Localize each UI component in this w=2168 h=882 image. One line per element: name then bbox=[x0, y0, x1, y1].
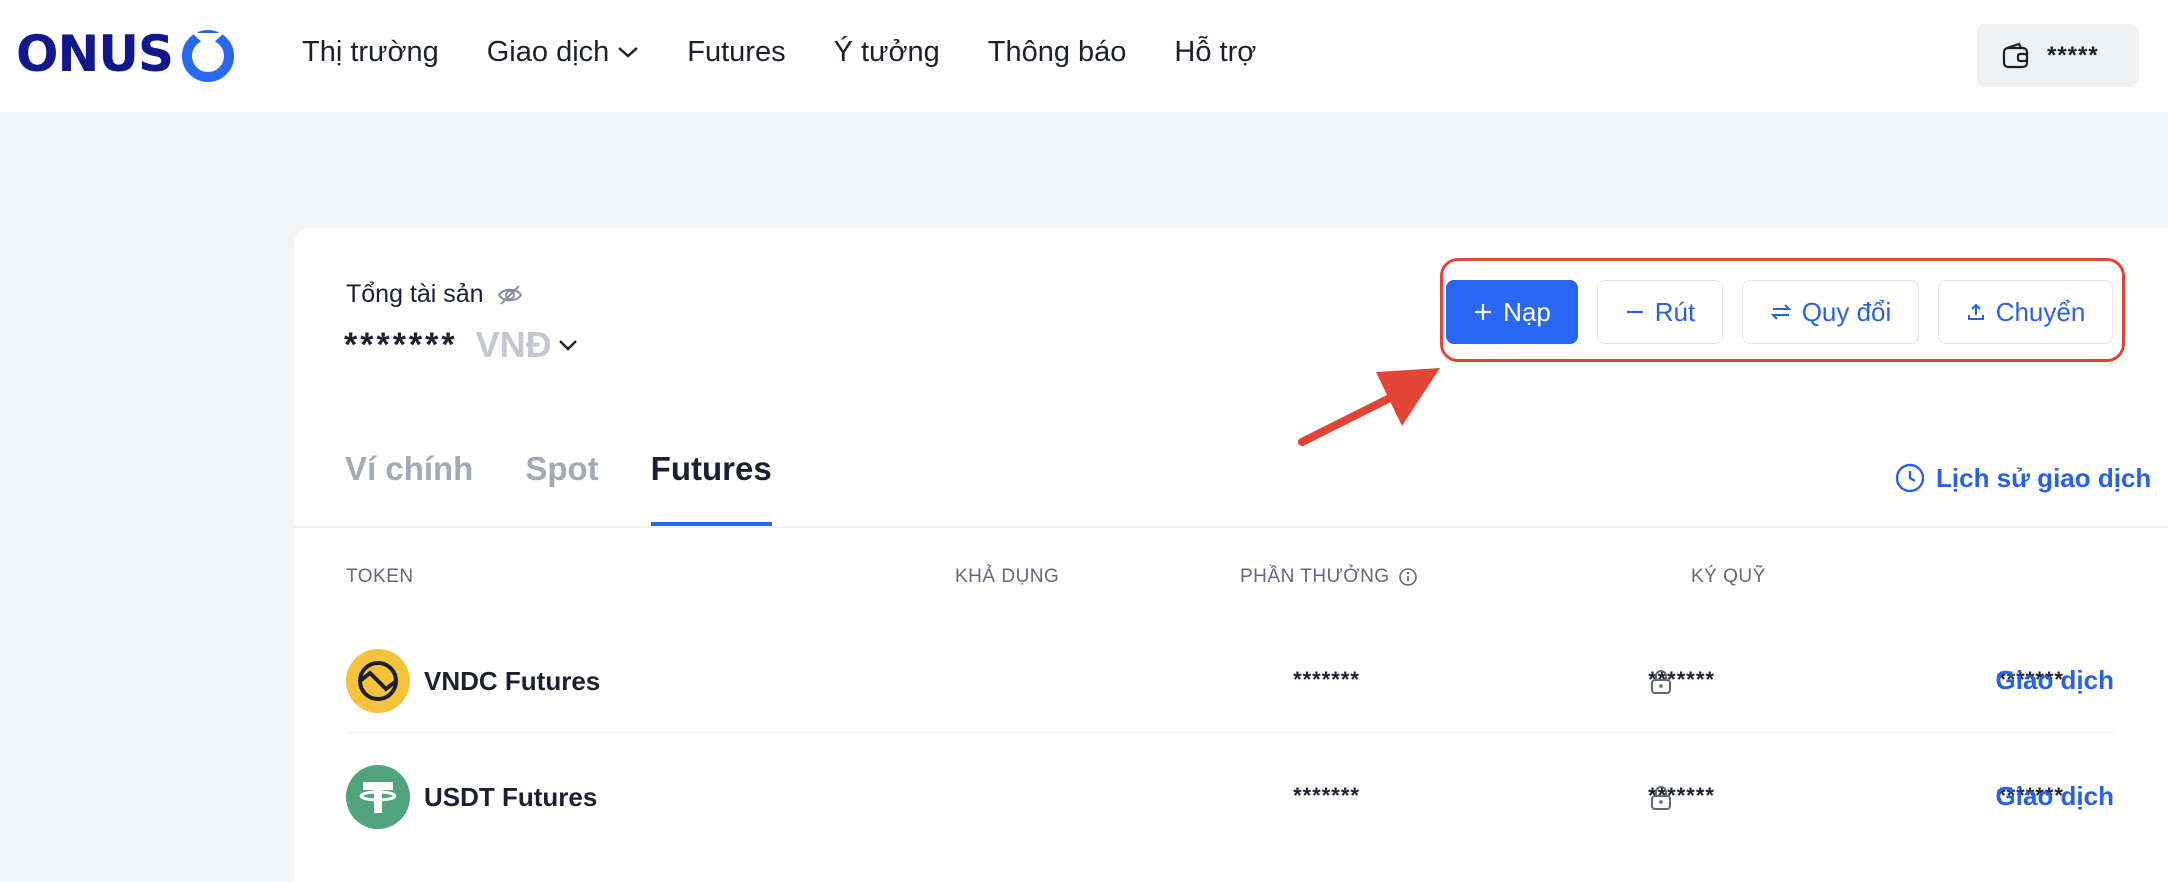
vndc-icon bbox=[346, 649, 410, 713]
tabs-divider bbox=[294, 526, 2168, 528]
info-icon[interactable] bbox=[1398, 567, 1418, 587]
transfer-icon bbox=[1967, 303, 1984, 320]
total-assets-label-row: Tổng tài sản bbox=[346, 280, 524, 309]
column-header-reward: PHẦN THƯỞNG bbox=[1240, 566, 1418, 588]
plus-icon bbox=[1475, 304, 1492, 320]
table-row: USDT Futures ******* ******* ******* Gia… bbox=[346, 733, 2114, 849]
swap-icon bbox=[1770, 304, 1792, 320]
withdraw-label: Rút bbox=[1654, 296, 1696, 327]
nav-label: Giao dịch bbox=[486, 36, 610, 68]
tab-main-wallet[interactable]: Ví chính bbox=[345, 450, 473, 526]
lock-icon bbox=[1651, 786, 1671, 810]
onus-logo[interactable]: ONUS bbox=[16, 24, 237, 84]
logo-text: ONUS bbox=[16, 25, 174, 83]
minus-icon bbox=[1626, 310, 1643, 314]
currency-selector[interactable]: VNĐ bbox=[476, 324, 578, 366]
chevron-down-icon bbox=[558, 340, 577, 351]
nav-label: Thông báo bbox=[987, 36, 1127, 68]
token-name: VNDC Futures bbox=[424, 665, 601, 696]
nav-item-futures[interactable]: Futures bbox=[687, 32, 785, 72]
nav-item-ideas[interactable]: Ý tưởng bbox=[834, 32, 940, 72]
column-label: KÝ QUỸ bbox=[1691, 566, 1766, 587]
convert-button[interactable]: Quy đổi bbox=[1742, 280, 1919, 344]
nav-label: Thị trường bbox=[302, 36, 439, 68]
trade-link[interactable]: Giao dịch bbox=[1996, 781, 2114, 812]
wallet-tabs: Ví chính Spot Futures bbox=[345, 450, 824, 526]
deposit-label: Nạp bbox=[1503, 296, 1551, 327]
currency-label: VNĐ bbox=[475, 324, 552, 365]
withdraw-button[interactable]: Rút bbox=[1597, 280, 1723, 344]
eye-off-icon[interactable] bbox=[496, 283, 524, 307]
tab-futures[interactable]: Futures bbox=[650, 450, 772, 526]
tab-spot[interactable]: Spot bbox=[525, 450, 598, 526]
wallet-icon bbox=[2002, 42, 2029, 68]
nav-label: Futures bbox=[687, 36, 786, 68]
top-header: ONUS Thị trường Giao dịch Futures Ý tưởn… bbox=[0, 0, 2168, 112]
nav-item-support[interactable]: Hỗ trợ bbox=[1174, 32, 1256, 72]
nav-item-notifications[interactable]: Thông báo bbox=[988, 32, 1127, 72]
wallet-button[interactable]: ***** bbox=[1977, 24, 2139, 87]
token-cell: USDT Futures bbox=[346, 765, 597, 829]
deposit-button[interactable]: Nạp bbox=[1446, 280, 1578, 344]
transfer-label: Chuyển bbox=[1995, 296, 2086, 327]
column-header-token: TOKEN bbox=[346, 566, 414, 588]
column-label: PHẦN THƯỞNG bbox=[1240, 566, 1390, 587]
transfer-button[interactable]: Chuyển bbox=[1938, 280, 2113, 344]
clock-icon bbox=[1895, 463, 1925, 493]
column-header-margin: KÝ QUỸ bbox=[1691, 566, 1766, 588]
token-cell: VNDC Futures bbox=[346, 649, 600, 713]
history-label: Lịch sử giao dịch bbox=[1936, 462, 2152, 493]
trade-link[interactable]: Giao dịch bbox=[1996, 665, 2114, 696]
nav-label: Hỗ trợ bbox=[1174, 36, 1257, 68]
transaction-history-link[interactable]: Lịch sử giao dịch bbox=[1894, 462, 2151, 494]
column-label: KHẢ DỤNG bbox=[955, 566, 1060, 587]
wallet-balance: ***** bbox=[2047, 41, 2099, 69]
token-name: USDT Futures bbox=[424, 781, 598, 812]
nav-item-market[interactable]: Thị trường bbox=[302, 32, 439, 72]
action-buttons: Nạp Rút Quy đổi Chuyển bbox=[1446, 280, 2132, 344]
nav-item-trade[interactable]: Giao dịch bbox=[487, 32, 640, 72]
column-header-available: KHẢ DỤNG bbox=[955, 566, 1059, 588]
available-value: ******* bbox=[1293, 783, 1360, 808]
total-assets-value: ******* VNĐ bbox=[344, 324, 578, 366]
total-assets-masked: ******* bbox=[344, 325, 458, 364]
usdt-icon bbox=[346, 765, 410, 829]
main-nav: Thị trường Giao dịch Futures Ý tưởng Thô… bbox=[302, 32, 1304, 72]
lock-icon bbox=[1651, 670, 1671, 694]
nav-label: Ý tưởng bbox=[833, 36, 940, 68]
column-label: TOKEN bbox=[346, 566, 414, 587]
convert-label: Quy đổi bbox=[1801, 296, 1892, 327]
chevron-down-icon bbox=[618, 47, 639, 58]
table-row: VNDC Futures ******* ******* ******* Gia… bbox=[346, 617, 2114, 733]
total-assets-label: Tổng tài sản bbox=[346, 280, 484, 308]
annotation-arrow-icon bbox=[1298, 368, 1440, 446]
logo-ring-icon bbox=[181, 30, 234, 82]
available-value: ******* bbox=[1293, 667, 1360, 692]
